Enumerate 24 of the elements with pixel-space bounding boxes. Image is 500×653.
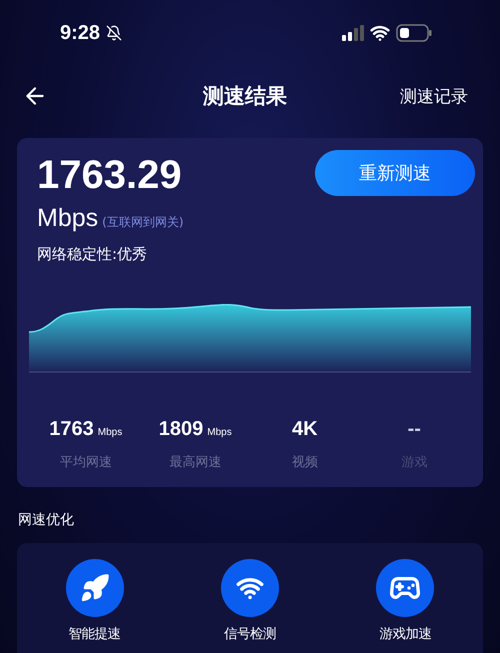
stability-text: 网络稳定性:优秀: [37, 245, 148, 264]
tool-button[interactable]: 游戏加速: [328, 559, 483, 643]
stat-label: 最高网速: [169, 454, 222, 471]
speed-unit: Mbps: [37, 204, 98, 233]
retest-button[interactable]: 重新测速: [315, 150, 475, 196]
stat-value: 4K: [292, 418, 318, 441]
section-title: 网速优化: [18, 511, 75, 529]
stat-value: 1809 Mbps: [158, 418, 232, 441]
bell-off-icon: [106, 25, 122, 41]
signal-icon: [342, 25, 364, 41]
history-link[interactable]: 测速记录: [400, 84, 468, 108]
battery-icon: [396, 24, 432, 42]
stat-label: 平均网速: [60, 454, 112, 471]
scope-note: (互联网到网关): [102, 214, 184, 231]
rocket-icon: [80, 573, 110, 603]
status-time: 9:28: [60, 22, 100, 44]
stat-value: --: [408, 418, 421, 441]
stat-value: 1763 Mbps: [49, 418, 122, 441]
page-title: 测速结果: [203, 83, 287, 110]
tool-button[interactable]: 智能提速: [17, 559, 172, 643]
stat-label: 视频: [292, 454, 318, 471]
tool-button[interactable]: 信号检测: [172, 559, 328, 643]
wifi-status-icon: [370, 23, 390, 43]
speed-value: 1763.29: [37, 152, 182, 199]
